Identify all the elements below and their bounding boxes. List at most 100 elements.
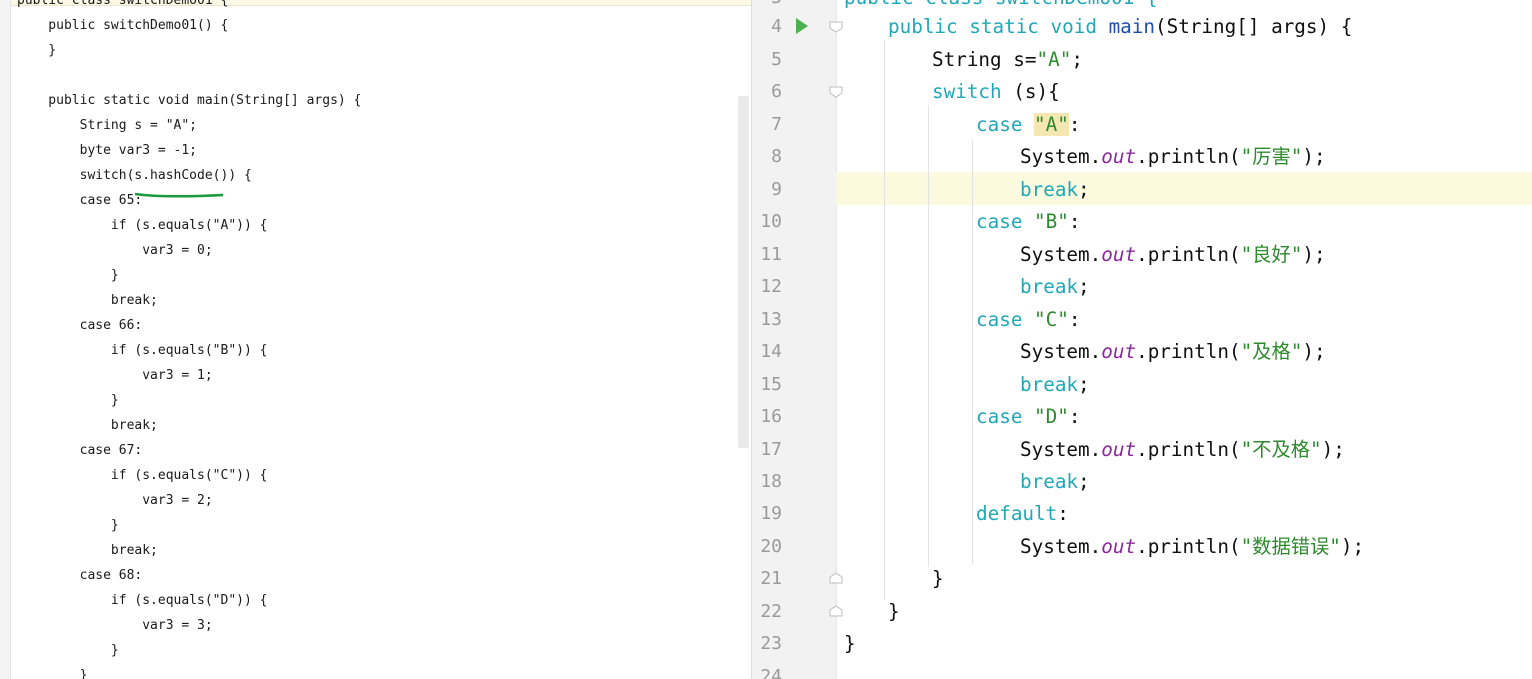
code-line-4: public static void main(String[] args) { bbox=[888, 12, 1352, 42]
decompiled-code-line: } bbox=[17, 268, 119, 283]
code-token: (s){ bbox=[1001, 80, 1060, 103]
line-number: 14 bbox=[760, 341, 782, 362]
code-token: : bbox=[1057, 502, 1069, 525]
field-token: out bbox=[1101, 340, 1137, 363]
string-literal-match: "A" bbox=[1034, 113, 1069, 136]
line-number: 9 bbox=[771, 179, 782, 200]
decompiled-code-line: case 66: bbox=[17, 318, 143, 333]
line-number: 7 bbox=[771, 114, 782, 135]
field-token: out bbox=[1101, 243, 1137, 266]
current-line-highlight bbox=[836, 172, 1532, 205]
decompiled-code-line: case 67: bbox=[17, 443, 143, 458]
hashcode-underline-annotation bbox=[134, 192, 224, 198]
line-number: 12 bbox=[760, 276, 782, 297]
code-token: ; bbox=[1071, 48, 1083, 71]
code-token: .println( bbox=[1136, 340, 1241, 363]
code-token: public static void bbox=[888, 15, 1109, 38]
keyword: break bbox=[1020, 373, 1079, 396]
line-number: 21 bbox=[760, 568, 782, 589]
string-literal: "良好" bbox=[1240, 243, 1303, 266]
code-line-18: break; bbox=[1020, 467, 1090, 497]
code-line-17: System.out.println("不及格"); bbox=[1020, 435, 1345, 465]
code-line-6: switch (s){ bbox=[932, 77, 1060, 107]
source-editor-pane[interactable]: 3 4 5 6 7 8 9 10 11 12 13 14 15 16 17 18… bbox=[752, 0, 1532, 679]
code-token: .println( bbox=[1136, 438, 1241, 461]
string-literal: "D" bbox=[1034, 405, 1069, 428]
decompiled-code-line: case 65: bbox=[17, 193, 143, 208]
code-token: : bbox=[1068, 308, 1081, 331]
code-token: ; bbox=[1078, 470, 1090, 493]
code-token: } bbox=[932, 567, 944, 590]
code-token: ); bbox=[1302, 340, 1326, 363]
decompiled-code-line: var3 = 0; bbox=[17, 243, 213, 258]
keyword: case bbox=[976, 113, 1023, 136]
code-token: System. bbox=[1020, 535, 1102, 558]
code-line-5: String s="A"; bbox=[932, 45, 1083, 75]
string-literal: "厉害" bbox=[1240, 145, 1303, 168]
decompiled-code-line: var3 = 3; bbox=[17, 618, 213, 633]
decompiled-code-line: var3 = 1; bbox=[17, 368, 213, 383]
decompiled-code-line: byte var3 = -1; bbox=[17, 143, 198, 158]
line-number: 8 bbox=[771, 146, 782, 167]
code-line-15: break; bbox=[1020, 370, 1090, 400]
code-token: : bbox=[1068, 210, 1081, 233]
line-number: 19 bbox=[760, 503, 782, 524]
keyword: break bbox=[1020, 470, 1079, 493]
code-token: String s= bbox=[932, 48, 1037, 71]
line-number: 24 bbox=[760, 666, 782, 679]
decompiled-code-line: if (s.equals("A")) { bbox=[17, 218, 268, 233]
line-number: 16 bbox=[760, 406, 782, 427]
code-token: .println( bbox=[1136, 535, 1241, 558]
code-token: ; bbox=[1078, 178, 1090, 201]
code-token: : bbox=[1068, 113, 1081, 136]
code-token: : bbox=[1068, 405, 1081, 428]
decompiled-editor-pane[interactable]: public class switchDemo01 { public switc… bbox=[0, 0, 751, 679]
indent-guide bbox=[884, 40, 885, 600]
string-literal: "不及格" bbox=[1240, 438, 1322, 461]
code-token: ; bbox=[1078, 373, 1090, 396]
decompiled-code-line: } bbox=[17, 393, 119, 408]
line-number: 6 bbox=[771, 81, 782, 102]
keyword: case bbox=[976, 405, 1023, 428]
fold-end-icon[interactable] bbox=[829, 572, 843, 584]
code-token: (String[] args) { bbox=[1155, 15, 1353, 38]
left-scrollbar[interactable] bbox=[738, 96, 749, 448]
fold-marker-icon[interactable] bbox=[829, 86, 843, 98]
code-token: } bbox=[844, 632, 856, 655]
code-line-11: System.out.println("良好"); bbox=[1020, 240, 1326, 270]
line-number: 5 bbox=[771, 49, 782, 70]
code-line-21: } bbox=[932, 564, 944, 594]
code-token: System. bbox=[1020, 243, 1102, 266]
fold-end-icon[interactable] bbox=[829, 605, 843, 617]
line-number: 13 bbox=[760, 309, 782, 330]
line-number: 17 bbox=[760, 439, 782, 460]
line-number: 22 bbox=[760, 601, 782, 622]
keyword: default bbox=[976, 502, 1058, 525]
keyword: break bbox=[1020, 275, 1079, 298]
code-line-19: default: bbox=[976, 499, 1069, 529]
keyword: break bbox=[1020, 178, 1079, 201]
decompiled-code-line: break; bbox=[17, 293, 158, 308]
indent-guide bbox=[972, 140, 973, 565]
line-number: 10 bbox=[760, 211, 782, 232]
field-token: out bbox=[1101, 535, 1137, 558]
code-token: ); bbox=[1302, 145, 1326, 168]
decompiled-code-line: switch(s.hashCode()) { bbox=[17, 168, 252, 183]
left-gutter bbox=[0, 0, 11, 679]
code-token: .println( bbox=[1136, 243, 1241, 266]
string-literal: "B" bbox=[1034, 210, 1069, 233]
code-line-14: System.out.println("及格"); bbox=[1020, 337, 1326, 367]
code-line-7: case "A": bbox=[976, 110, 1080, 140]
field-token: out bbox=[1101, 438, 1137, 461]
fold-marker-icon[interactable] bbox=[829, 21, 843, 33]
keyword: switch bbox=[932, 80, 1002, 103]
method-name: main bbox=[1108, 15, 1155, 38]
decompiled-code-line: break; bbox=[17, 543, 158, 558]
run-icon[interactable] bbox=[796, 18, 808, 34]
code-token: System. bbox=[1020, 340, 1102, 363]
decompiled-code-line: } bbox=[17, 643, 119, 658]
string-literal: "数据错误" bbox=[1240, 535, 1341, 558]
keyword: case bbox=[976, 210, 1023, 233]
code-line-22: } bbox=[888, 597, 900, 627]
code-token: System. bbox=[1020, 145, 1102, 168]
